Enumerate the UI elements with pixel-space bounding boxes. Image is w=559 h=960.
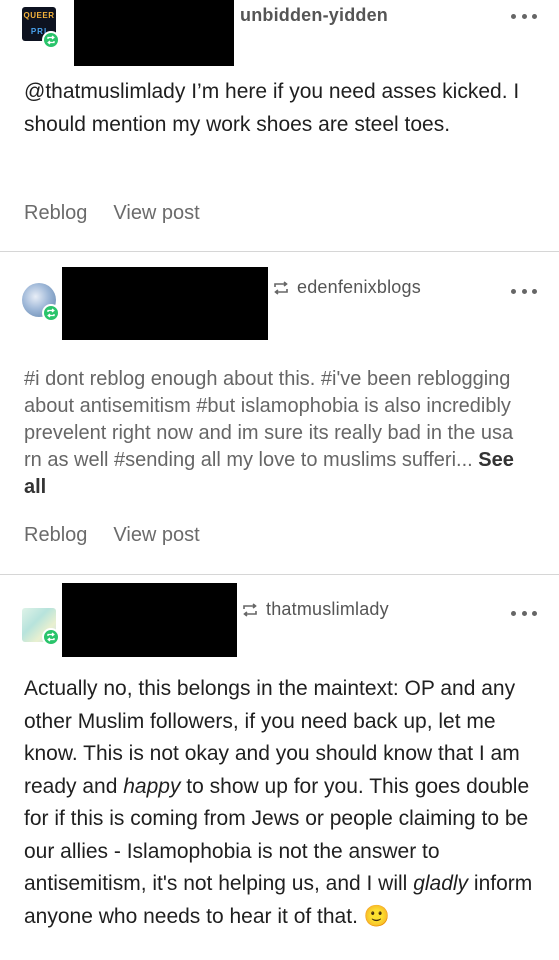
username-text: thatmuslimlady — [266, 599, 389, 619]
avatar-text-top: QUEER — [23, 11, 55, 20]
body-emphasis-gladly: gladly — [413, 872, 469, 895]
post-thatmuslimlady: thatmuslimlady Actually no, this belongs… — [0, 574, 559, 960]
reblog-button[interactable]: Reblog — [24, 202, 87, 225]
post-actions: Reblog View post — [24, 202, 200, 225]
post-actions: Reblog View post — [24, 524, 200, 547]
post-unbidden-yidden: QUEER PRI unbidden-yidden @thatmuslimlad… — [0, 0, 559, 251]
redacted-block — [74, 0, 234, 66]
view-post-button[interactable]: View post — [113, 202, 199, 225]
post-body: Actually no, this belongs in the maintex… — [24, 673, 537, 933]
redacted-block — [62, 267, 268, 340]
reblog-badge-icon — [42, 304, 60, 322]
post-edenfenixblogs: edenfenixblogs #i dont reblog enough abo… — [0, 251, 559, 574]
post-body: @thatmuslimlady I’m here if you need ass… — [24, 80, 520, 136]
more-dots-icon[interactable] — [511, 13, 537, 19]
post-username[interactable]: edenfenixblogs — [273, 277, 421, 298]
tags-text[interactable]: #i dont reblog enough about this. #i've … — [24, 368, 513, 471]
view-post-button[interactable]: View post — [113, 524, 199, 547]
post-username[interactable]: unbidden-yidden — [240, 5, 388, 26]
smiley-emoji-icon: 🙂 — [363, 904, 390, 928]
reblog-badge-icon — [42, 628, 60, 646]
more-dots-icon[interactable] — [511, 610, 537, 616]
reblog-icon — [243, 603, 257, 617]
more-dots-icon[interactable] — [511, 288, 537, 294]
reblog-button[interactable]: Reblog — [24, 524, 87, 547]
post-username[interactable]: thatmuslimlady — [242, 599, 389, 620]
post-tags: #i dont reblog enough about this. #i've … — [24, 366, 529, 501]
reblog-icon — [274, 281, 288, 295]
body-emphasis-happy: happy — [123, 774, 181, 798]
reblog-badge-icon — [42, 31, 60, 49]
redacted-block — [62, 583, 237, 657]
username-text: edenfenixblogs — [297, 277, 421, 297]
